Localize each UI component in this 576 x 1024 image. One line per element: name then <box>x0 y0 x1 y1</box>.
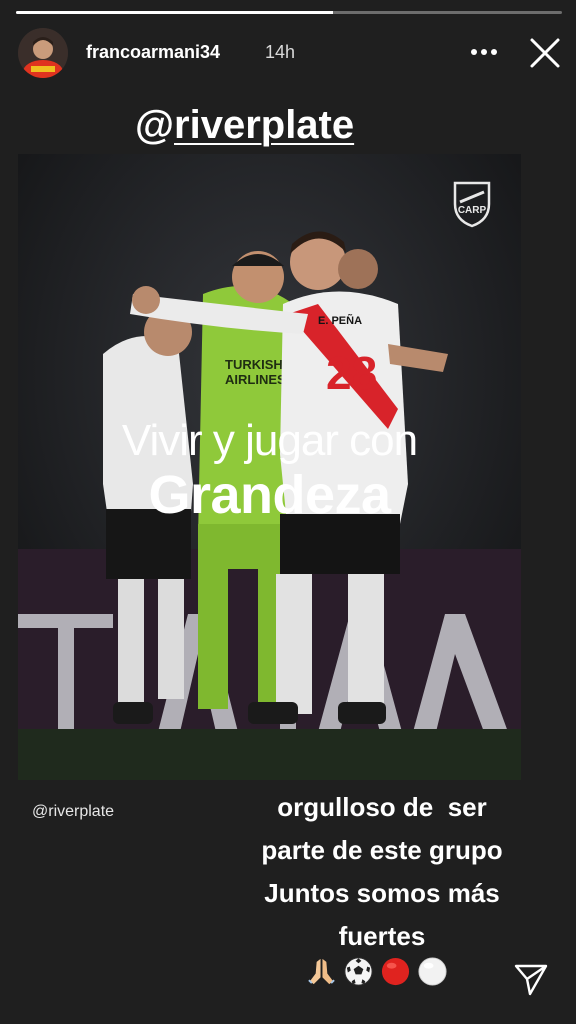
caption-line3: Juntos somos más <box>264 878 500 908</box>
story-progress-bar <box>16 11 562 14</box>
mention-handle: riverplate <box>174 103 355 147</box>
caption-line4: fuertes <box>338 921 426 951</box>
caption-line2: parte de este grupo <box>261 835 503 865</box>
close-button[interactable] <box>526 34 564 72</box>
folded-hands-icon <box>308 958 335 985</box>
river-plate-crest-icon: CARP <box>452 180 492 228</box>
red-circle-icon <box>381 957 410 986</box>
mention-at-sign: @ <box>135 103 175 147</box>
close-icon <box>530 38 560 68</box>
svg-text:CARP: CARP <box>458 205 487 216</box>
timestamp: 14h <box>265 42 296 62</box>
send-icon <box>514 964 548 996</box>
mention-sticker[interactable]: @riverplate <box>135 103 354 148</box>
story-progress-fill <box>16 11 333 14</box>
avatar[interactable] <box>18 28 68 78</box>
more-options-button[interactable] <box>467 38 501 66</box>
emoji-row <box>306 956 448 987</box>
jersey-name: E. PEÑA <box>318 314 362 327</box>
story-caption: orgulloso de ser parte de este grupo Jun… <box>212 786 552 958</box>
sponsor-line1: TURKISH <box>225 357 283 372</box>
more-dots-icon <box>471 49 497 55</box>
jersey-number: 28 <box>326 347 377 399</box>
soccer-ball-icon <box>344 957 373 986</box>
sponsor-line2: AIRLINES <box>225 372 286 387</box>
send-button[interactable] <box>512 960 550 998</box>
username[interactable]: francoarmani34 <box>86 42 220 63</box>
image-mention-link[interactable]: @riverplate <box>32 803 114 821</box>
white-circle-icon <box>418 957 447 986</box>
shared-post-image[interactable]: TURKISH AIRLINES 28 E. PEÑA CARP Vivir y… <box>18 154 521 780</box>
caption-line1: orgulloso de ser <box>277 792 487 822</box>
